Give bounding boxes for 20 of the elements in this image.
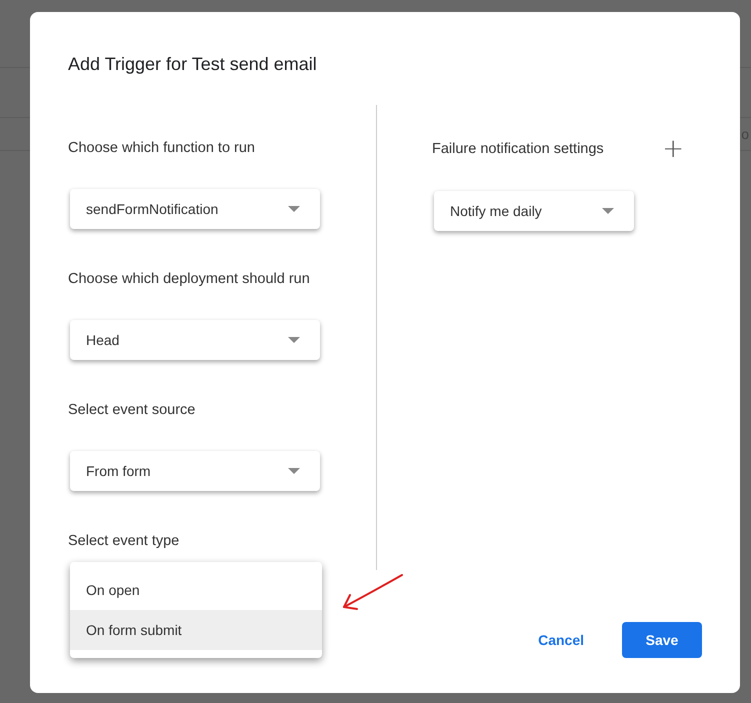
caret-icon bbox=[288, 337, 300, 343]
save-button[interactable]: Save bbox=[622, 622, 702, 658]
dropdown[interactable]: Head bbox=[70, 320, 320, 360]
field-label: Select event type bbox=[68, 532, 180, 550]
dialog-title: Add Trigger for Test send email bbox=[68, 53, 318, 76]
field-label: Failure notification settings bbox=[432, 140, 604, 158]
dropdown[interactable]: From form bbox=[70, 451, 320, 491]
add-button[interactable]: + bbox=[654, 139, 692, 159]
dropdown[interactable]: sendFormNotification bbox=[70, 189, 320, 229]
caret-icon bbox=[602, 208, 614, 214]
cancel-button[interactable]: Cancel bbox=[516, 622, 606, 658]
caret-icon bbox=[288, 206, 300, 212]
menu-option[interactable]: On form submit bbox=[70, 610, 322, 650]
field-label: Choose which deployment should run bbox=[68, 270, 310, 288]
caret-icon bbox=[288, 468, 300, 474]
field-label: Select event source bbox=[68, 401, 196, 419]
field-label: Choose which function to run bbox=[68, 139, 255, 157]
menu-option[interactable]: On open bbox=[70, 570, 322, 610]
annotation-arrow bbox=[341, 573, 405, 613]
dropdown[interactable]: Notify me daily bbox=[434, 191, 634, 231]
